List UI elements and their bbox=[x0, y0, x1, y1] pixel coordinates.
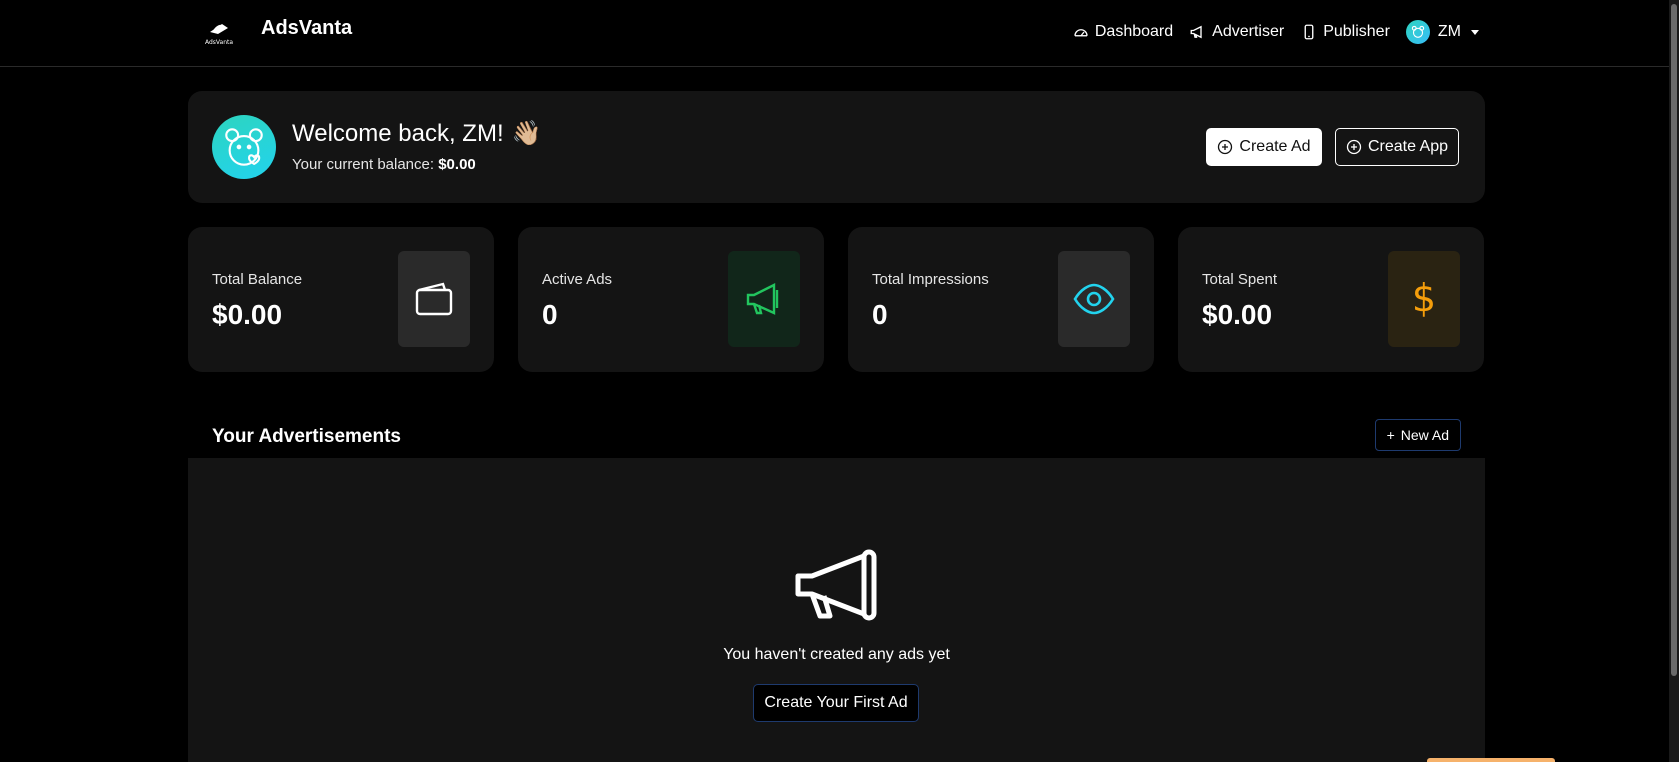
balance-value: $0.00 bbox=[438, 156, 476, 173]
stat-icon-box bbox=[398, 251, 470, 347]
welcome-title-text: Welcome back, ZM! bbox=[292, 119, 504, 147]
stat-label: Total Impressions bbox=[872, 271, 989, 288]
stat-label: Active Ads bbox=[542, 271, 613, 288]
balance-label: Your current balance: bbox=[292, 156, 435, 173]
brand[interactable]: AdsVanta AdsVanta bbox=[200, 14, 352, 52]
nav-advertiser-label: Advertiser bbox=[1212, 23, 1285, 40]
ads-section-title: Your Advertisements bbox=[212, 426, 401, 447]
create-ad-button[interactable]: Create Ad bbox=[1206, 128, 1322, 166]
new-ad-button[interactable]: + New Ad bbox=[1374, 419, 1461, 451]
avatar bbox=[1405, 20, 1430, 44]
dollar-icon: $ bbox=[1412, 278, 1436, 320]
stat-card-total-balance: Total Balance $0.00 bbox=[188, 227, 494, 372]
nav-publisher[interactable]: Publisher bbox=[1300, 23, 1390, 41]
stat-value: 0 bbox=[872, 299, 888, 330]
scrollbar[interactable] bbox=[1669, 0, 1679, 762]
speedometer-icon bbox=[1074, 29, 1088, 37]
user-menu-toggle[interactable]: ZM bbox=[1405, 20, 1479, 44]
wallet-icon bbox=[415, 282, 453, 316]
stat-card-active-ads: Active Ads 0 bbox=[518, 227, 824, 372]
megaphone-icon bbox=[746, 283, 779, 315]
brand-name: AdsVanta bbox=[261, 17, 353, 39]
create-app-label: Create App bbox=[1367, 138, 1449, 155]
stat-value: $0.00 bbox=[1202, 299, 1273, 330]
ads-section-header: Your Advertisements + New Ad bbox=[188, 408, 1485, 458]
stat-label: Total Spent bbox=[1202, 271, 1278, 288]
nav-dashboard[interactable]: Dashboard bbox=[1072, 23, 1173, 41]
phone-icon bbox=[1304, 24, 1314, 40]
ads-empty-state: You haven't created any ads yet Create Y… bbox=[188, 458, 1485, 762]
scrollbar-thumb[interactable] bbox=[1671, 4, 1677, 676]
stat-card-total-impressions: Total Impressions 0 bbox=[848, 227, 1154, 372]
stat-value: $0.00 bbox=[212, 299, 283, 330]
nav-dashboard-label: Dashboard bbox=[1094, 23, 1174, 40]
create-app-button[interactable]: Create App bbox=[1335, 128, 1459, 166]
toast-edge bbox=[1427, 758, 1555, 762]
svg-text:AdsVanta: AdsVanta bbox=[205, 39, 233, 46]
welcome-title: Welcome back, ZM! 👋🏼 bbox=[292, 119, 542, 148]
nav-publisher-label: Publisher bbox=[1323, 23, 1390, 40]
svg-text:$: $ bbox=[1412, 278, 1436, 320]
stat-value: 0 bbox=[542, 299, 558, 330]
stat-icon-box bbox=[1058, 251, 1130, 347]
create-ad-label: Create Ad bbox=[1239, 138, 1311, 155]
megaphone-icon bbox=[1190, 25, 1202, 39]
chevron-down-icon bbox=[1471, 29, 1479, 35]
eye-icon bbox=[1073, 283, 1115, 315]
stat-icon-box: $ bbox=[1388, 251, 1460, 347]
plus-circle-icon bbox=[1218, 139, 1233, 155]
welcome-avatar bbox=[212, 115, 276, 179]
plus-circle-icon bbox=[1346, 139, 1362, 155]
user-initials: ZM bbox=[1437, 23, 1461, 40]
stat-card-total-spent: Total Spent $0.00 $ bbox=[1178, 227, 1484, 372]
new-ad-label: New Ad bbox=[1400, 427, 1449, 443]
welcome-card: Welcome back, ZM! 👋🏼 Your current balanc… bbox=[188, 91, 1485, 203]
nav-advertiser[interactable]: Advertiser bbox=[1189, 23, 1284, 41]
empty-state-text: You haven't created any ads yet bbox=[723, 646, 950, 663]
brand-logo: AdsVanta bbox=[200, 14, 238, 52]
plus-icon: + bbox=[1386, 427, 1395, 443]
waving-hand-icon: 👋🏼 bbox=[511, 120, 542, 147]
stat-label: Total Balance bbox=[212, 271, 303, 288]
nav-links: Dashboard Advertiser Publisher ZM bbox=[1072, 20, 1479, 44]
stat-icon-box bbox=[728, 251, 800, 347]
balance-line: Your current balance: $0.00 bbox=[292, 156, 476, 173]
create-first-ad-button[interactable]: Create Your First Ad bbox=[753, 684, 919, 722]
top-navbar: AdsVanta AdsVanta Dashboard Advertiser P… bbox=[0, 0, 1679, 67]
megaphone-icon bbox=[795, 549, 877, 621]
